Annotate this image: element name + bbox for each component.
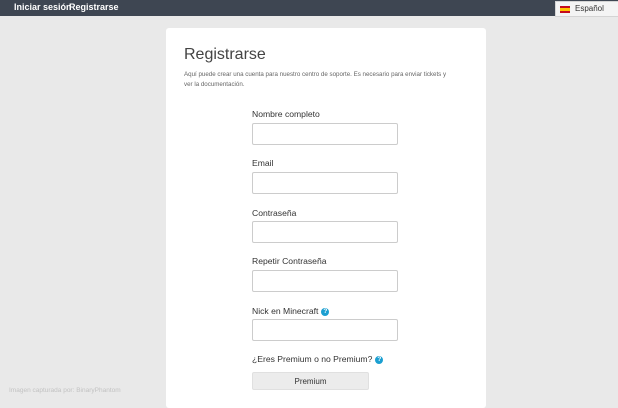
premium-question-label: ¿Eres Premium o no Premium? bbox=[252, 354, 373, 364]
page-title: Registrarse bbox=[184, 46, 266, 63]
full-name-input[interactable] bbox=[252, 123, 398, 145]
minecraft-nick-input[interactable] bbox=[252, 319, 398, 341]
premium-question-row: ¿Eres Premium o no Premium?? bbox=[252, 354, 384, 364]
full-name-label: Nombre completo bbox=[252, 109, 320, 119]
question-icon[interactable]: ? bbox=[321, 307, 330, 316]
minecraft-nick-label-row: Nick en Minecraft? bbox=[252, 306, 330, 316]
login-link[interactable]: Iniciar sesión bbox=[14, 1, 72, 13]
question-icon[interactable]: ? bbox=[375, 355, 384, 364]
spain-flag-icon bbox=[560, 6, 570, 13]
repeat-password-label: Repetir Contraseña bbox=[252, 256, 327, 266]
watermark-text: Imagen capturada por: BinaryPhantom bbox=[9, 387, 121, 394]
intro-text: Aquí puede crear una cuenta para nuestro… bbox=[184, 71, 447, 88]
email-input[interactable] bbox=[252, 172, 398, 194]
password-label: Contraseña bbox=[252, 208, 297, 218]
top-navigation-bar: Iniciar sesión Registrarse bbox=[0, 0, 618, 16]
email-label: Email bbox=[252, 158, 274, 168]
repeat-password-input[interactable] bbox=[252, 270, 398, 292]
registration-card: Registrarse Aquí puede crear una cuenta … bbox=[166, 28, 486, 408]
language-label: Español bbox=[575, 4, 604, 13]
premium-button[interactable]: Premium bbox=[252, 372, 369, 390]
minecraft-nick-label: Nick en Minecraft bbox=[252, 306, 319, 316]
register-link[interactable]: Registrarse bbox=[69, 1, 119, 13]
language-selector[interactable]: Español bbox=[555, 1, 618, 17]
password-input[interactable] bbox=[252, 221, 398, 243]
